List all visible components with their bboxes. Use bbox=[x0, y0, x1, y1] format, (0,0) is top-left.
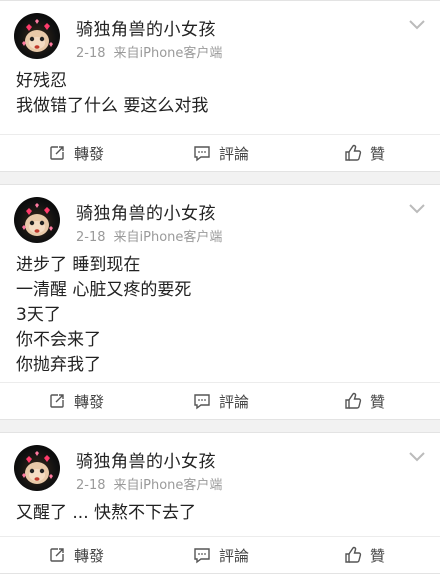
repost-button[interactable]: 轉發 bbox=[48, 135, 104, 171]
post-line: 好残忍 bbox=[16, 71, 67, 91]
post-meta: 2-18 来自iPhone客户端 bbox=[76, 474, 222, 493]
post-line: 进步了 睡到现在 bbox=[16, 255, 141, 275]
thumbs-up-icon bbox=[345, 144, 362, 161]
thumbs-up-icon bbox=[345, 392, 362, 409]
post-content: 好残忍 我做错了什么 要这么对我 bbox=[0, 69, 440, 119]
thumbs-up-icon bbox=[345, 546, 362, 563]
comment-icon bbox=[194, 394, 210, 410]
like-label: 贊 bbox=[370, 392, 386, 411]
post-meta: 2-18 来自iPhone客户端 bbox=[76, 42, 222, 61]
post-date: 2-18 bbox=[76, 478, 106, 493]
repost-button[interactable]: 轉發 bbox=[48, 383, 104, 419]
comment-label: 評論 bbox=[219, 392, 250, 411]
repost-icon bbox=[50, 146, 64, 160]
like-button[interactable]: 贊 bbox=[344, 537, 385, 573]
post-line: 3天了 bbox=[16, 305, 61, 325]
post-line: 你抛弃我了 bbox=[16, 355, 101, 375]
post-date: 2-18 bbox=[76, 230, 106, 245]
post-header: 骑独角兽的小女孩 2-18 来自iPhone客户端 bbox=[0, 1, 440, 69]
action-bar: 轉發 評論 贊 bbox=[0, 134, 440, 171]
like-label: 贊 bbox=[370, 144, 386, 163]
repost-label: 轉發 bbox=[74, 144, 105, 163]
action-bar: 轉發 評論 贊 bbox=[0, 536, 440, 573]
repost-label: 轉發 bbox=[74, 392, 105, 411]
weibo-feed: 骑独角兽的小女孩 2-18 来自iPhone客户端 好残忍 我做错了什么 要这么对… bbox=[0, 0, 440, 574]
comment-button[interactable]: 評論 bbox=[193, 537, 249, 573]
avatar-image bbox=[22, 19, 53, 52]
post-line: 又醒了 ... 快熬不下去了 bbox=[16, 503, 197, 523]
post-source[interactable]: 来自iPhone客户端 bbox=[114, 230, 223, 245]
post-card: 骑独角兽的小女孩 2-18 来自iPhone客户端 进步了 睡到现在 一清醒 心脏… bbox=[0, 184, 440, 420]
chevron-down-icon[interactable] bbox=[408, 451, 426, 463]
avatar[interactable] bbox=[14, 445, 60, 491]
action-bar: 轉發 評論 贊 bbox=[0, 382, 440, 419]
like-button[interactable]: 贊 bbox=[344, 383, 385, 419]
post-content: 又醒了 ... 快熬不下去了 bbox=[0, 501, 440, 526]
post-source[interactable]: 来自iPhone客户端 bbox=[114, 46, 223, 61]
post-source[interactable]: 来自iPhone客户端 bbox=[114, 478, 223, 493]
post-card: 骑独角兽的小女孩 2-18 来自iPhone客户端 好残忍 我做错了什么 要这么对… bbox=[0, 0, 440, 172]
post-line: 我做错了什么 要这么对我 bbox=[16, 96, 209, 116]
author-name[interactable]: 骑独角兽的小女孩 bbox=[76, 199, 216, 224]
chevron-down-icon[interactable] bbox=[408, 203, 426, 215]
avatar[interactable] bbox=[14, 197, 60, 243]
post-header: 骑独角兽的小女孩 2-18 来自iPhone客户端 bbox=[0, 433, 440, 501]
comment-icon bbox=[194, 146, 210, 162]
avatar-image bbox=[22, 203, 53, 236]
comment-label: 評論 bbox=[219, 546, 250, 565]
comment-button[interactable]: 評論 bbox=[193, 135, 249, 171]
comment-label: 評論 bbox=[219, 144, 250, 163]
author-name[interactable]: 骑独角兽的小女孩 bbox=[76, 447, 216, 472]
like-button[interactable]: 贊 bbox=[344, 135, 385, 171]
chevron-down-icon[interactable] bbox=[408, 19, 426, 31]
post-content: 进步了 睡到现在 一清醒 心脏又疼的要死 3天了 你不会来了 你抛弃我了 bbox=[0, 253, 440, 378]
repost-icon bbox=[50, 394, 64, 408]
post-line: 你不会来了 bbox=[16, 330, 101, 350]
post-header: 骑独角兽的小女孩 2-18 来自iPhone客户端 bbox=[0, 185, 440, 253]
comment-icon bbox=[194, 548, 210, 564]
post-meta: 2-18 来自iPhone客户端 bbox=[76, 226, 222, 245]
repost-icon bbox=[50, 548, 64, 562]
post-card: 骑独角兽的小女孩 2-18 来自iPhone客户端 又醒了 ... 快熬不下去了 … bbox=[0, 432, 440, 574]
comment-button[interactable]: 評論 bbox=[193, 383, 249, 419]
like-label: 贊 bbox=[370, 546, 386, 565]
avatar[interactable] bbox=[14, 13, 60, 59]
post-date: 2-18 bbox=[76, 46, 106, 61]
repost-label: 轉發 bbox=[74, 546, 105, 565]
avatar-image bbox=[22, 451, 53, 484]
author-name[interactable]: 骑独角兽的小女孩 bbox=[76, 15, 216, 40]
post-line: 一清醒 心脏又疼的要死 bbox=[16, 280, 192, 300]
repost-button[interactable]: 轉發 bbox=[48, 537, 104, 573]
